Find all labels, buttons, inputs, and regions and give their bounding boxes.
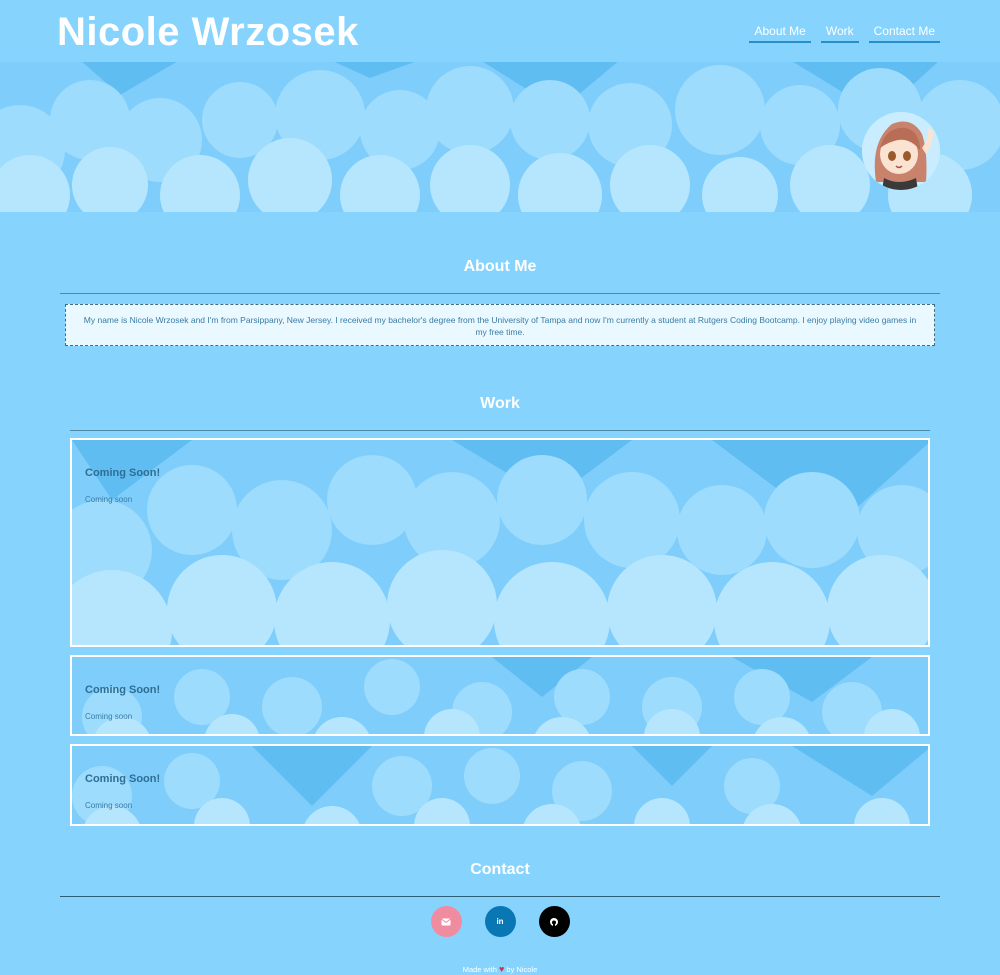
hero-header: Nicole Wrzosek About Me Work Contact Me <box>0 0 1000 212</box>
card-clouds-background <box>72 746 928 824</box>
linkedin-icon: in <box>496 917 504 926</box>
about-text: My name is Nicole Wrzosek and I'm from P… <box>65 304 935 346</box>
card-clouds-background <box>72 440 928 645</box>
card-description: Coming soon <box>85 712 133 721</box>
work-divider <box>70 430 930 431</box>
footer-author: by Nicole <box>506 965 538 974</box>
work-heading: Work <box>480 395 520 412</box>
nav-link-contact[interactable]: Contact Me <box>868 24 940 43</box>
card-title: Coming Soon! <box>85 467 161 479</box>
card-clouds-background <box>72 657 928 734</box>
contact-divider <box>60 896 940 897</box>
site-title: Nicole Wrzosek <box>57 10 359 54</box>
work-card[interactable]: Coming Soon! Coming soon <box>70 655 930 736</box>
heart-icon: ♥ <box>498 964 505 974</box>
contact-heading: Contact <box>470 861 530 878</box>
envelope-icon <box>441 918 451 925</box>
nav-link-about[interactable]: About Me <box>749 24 811 43</box>
linkedin-button[interactable]: in <box>484 906 516 937</box>
footer-made-with: Made with <box>462 965 497 974</box>
about-divider <box>60 293 940 294</box>
main-nav: About Me Work Contact Me <box>749 24 940 43</box>
work-card[interactable]: Coming Soon! Coming soon <box>70 744 930 826</box>
email-button[interactable] <box>430 906 462 937</box>
avatar <box>862 112 940 190</box>
about-heading: About Me <box>463 258 537 275</box>
work-card[interactable]: Coming Soon! Coming soon <box>70 438 930 647</box>
nav-link-work[interactable]: Work <box>820 24 859 43</box>
card-description: Coming soon <box>85 801 133 810</box>
contact-links: in <box>0 906 1000 937</box>
avatar-illustration <box>862 112 940 190</box>
card-title: Coming Soon! <box>85 684 161 696</box>
card-title: Coming Soon! <box>85 773 161 785</box>
github-icon <box>550 917 558 927</box>
github-button[interactable] <box>538 906 570 937</box>
footer: Made with ♥ by Nicole <box>0 964 1000 974</box>
card-description: Coming soon <box>85 495 133 504</box>
